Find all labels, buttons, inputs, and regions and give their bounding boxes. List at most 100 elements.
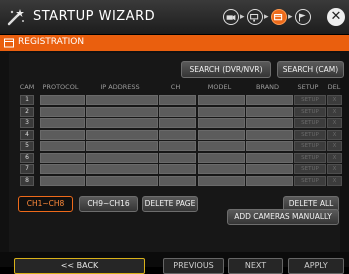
- model-cell[interactable]: [198, 95, 245, 105]
- table-row: 5 SETUP X: [20, 141, 349, 151]
- add-cameras-manually-button[interactable]: ADD CAMERAS MANUALLY: [227, 209, 339, 225]
- model-cell[interactable]: [198, 175, 245, 186]
- setup-button[interactable]: SETUP: [294, 141, 326, 151]
- model-cell[interactable]: [198, 106, 245, 117]
- protocol-cell[interactable]: [40, 118, 85, 128]
- title-bar: STARTUP WIZARD ▸ ▸ ▸ ✕: [0, 0, 349, 35]
- ch-cell[interactable]: [159, 106, 196, 117]
- previous-button[interactable]: PREVIOUS: [163, 258, 224, 274]
- col-model: MODEL: [207, 83, 232, 91]
- setup-button[interactable]: SETUP: [294, 152, 326, 163]
- setup-button[interactable]: SETUP: [294, 175, 326, 186]
- protocol-cell[interactable]: [40, 152, 85, 163]
- delete-icon[interactable]: X: [327, 106, 342, 117]
- setup-button[interactable]: SETUP: [294, 129, 326, 140]
- apply-button[interactable]: APPLY: [288, 258, 344, 274]
- delete-icon[interactable]: X: [327, 141, 342, 151]
- brand-cell[interactable]: [246, 141, 293, 151]
- cam-number: 6: [20, 152, 34, 163]
- protocol-cell[interactable]: [40, 129, 85, 140]
- protocol-cell[interactable]: [40, 106, 85, 117]
- ip-address-cell[interactable]: [86, 175, 158, 186]
- brand-cell[interactable]: [246, 164, 293, 174]
- setup-button[interactable]: SETUP: [294, 118, 326, 128]
- registration-icon: [4, 38, 14, 48]
- model-cell[interactable]: [198, 152, 245, 163]
- step-arrow-icon: ▸: [240, 12, 245, 22]
- ip-address-cell[interactable]: [86, 118, 158, 128]
- protocol-cell[interactable]: [40, 164, 85, 174]
- protocol-cell[interactable]: [40, 95, 85, 105]
- brand-cell[interactable]: [246, 152, 293, 163]
- step-arrow-icon: ▸: [264, 12, 269, 22]
- cam-number: 3: [20, 118, 34, 128]
- step-flag-icon: [295, 9, 311, 25]
- table-row: 6 SETUP X: [20, 152, 349, 163]
- camera-table-header: CAM PROTOCOL IP ADDRESS CH MODEL BRAND S…: [18, 82, 348, 94]
- search-dvr-nvr-button[interactable]: SEARCH (DVR/NVR): [181, 61, 271, 78]
- ip-address-cell[interactable]: [86, 152, 158, 163]
- window-title: STARTUP WIZARD: [33, 9, 156, 24]
- protocol-cell[interactable]: [40, 175, 85, 186]
- brand-cell[interactable]: [246, 106, 293, 117]
- col-brand: BRAND: [255, 83, 280, 91]
- cam-number: 4: [20, 129, 34, 140]
- delete-icon[interactable]: X: [327, 118, 342, 128]
- back-button[interactable]: << BACK: [14, 258, 145, 274]
- tab-ch1-ch8[interactable]: CH1~CH8: [18, 196, 73, 212]
- ch-cell[interactable]: [159, 118, 196, 128]
- brand-cell[interactable]: [246, 118, 293, 128]
- next-button[interactable]: NEXT: [228, 258, 283, 274]
- cam-number: 2: [20, 106, 34, 117]
- delete-icon[interactable]: X: [327, 95, 342, 105]
- setup-button[interactable]: SETUP: [294, 95, 326, 105]
- search-cam-button[interactable]: SEARCH (CAM): [277, 61, 344, 78]
- brand-cell[interactable]: [246, 175, 293, 186]
- delete-icon[interactable]: X: [327, 152, 342, 163]
- col-protocol: PROTOCOL: [42, 83, 79, 91]
- table-row: 1 SETUP X: [20, 95, 349, 105]
- model-cell[interactable]: [198, 141, 245, 151]
- ch-cell[interactable]: [159, 95, 196, 105]
- ip-address-cell[interactable]: [86, 141, 158, 151]
- brand-cell[interactable]: [246, 95, 293, 105]
- ch-cell[interactable]: [159, 129, 196, 140]
- model-cell[interactable]: [198, 129, 245, 140]
- cam-number: 8: [20, 175, 34, 186]
- ch-cell[interactable]: [159, 164, 196, 174]
- ch-cell[interactable]: [159, 175, 196, 186]
- table-row: 3 SETUP X: [20, 118, 349, 128]
- step-monitor-icon: [247, 9, 263, 25]
- brand-cell[interactable]: [246, 129, 293, 140]
- close-icon[interactable]: ✕: [327, 8, 345, 26]
- ip-address-cell[interactable]: [86, 95, 158, 105]
- setup-button[interactable]: SETUP: [294, 164, 326, 174]
- delete-icon[interactable]: X: [327, 175, 342, 186]
- ch-cell[interactable]: [159, 152, 196, 163]
- setup-button[interactable]: SETUP: [294, 106, 326, 117]
- model-cell[interactable]: [198, 164, 245, 174]
- delete-icon[interactable]: X: [327, 129, 342, 140]
- cam-number: 7: [20, 164, 34, 174]
- step-registration-icon: [271, 9, 287, 25]
- ip-address-cell[interactable]: [86, 129, 158, 140]
- ip-address-cell[interactable]: [86, 106, 158, 117]
- step-camera-icon: [223, 9, 239, 25]
- tab-ch9-ch16[interactable]: CH9~CH16: [79, 196, 138, 212]
- table-row: 7 SETUP X: [20, 164, 349, 174]
- col-del: DEL: [327, 83, 341, 91]
- table-row: 4 SETUP X: [20, 129, 349, 140]
- delete-icon[interactable]: X: [327, 164, 342, 174]
- table-row: 2 SETUP X: [20, 106, 349, 117]
- step-arrow-icon: ▸: [288, 12, 293, 22]
- registration-header: REGISTRATION: [0, 35, 349, 51]
- cam-number: 5: [20, 141, 34, 151]
- startup-wizard-window: STARTUP WIZARD ▸ ▸ ▸ ✕ REGISTRATION SEAR…: [0, 0, 349, 274]
- ch-cell[interactable]: [159, 141, 196, 151]
- model-cell[interactable]: [198, 118, 245, 128]
- delete-page-button[interactable]: DELETE PAGE: [142, 196, 198, 212]
- col-ip-address: IP ADDRESS: [100, 83, 140, 91]
- protocol-cell[interactable]: [40, 141, 85, 151]
- ip-address-cell[interactable]: [86, 164, 158, 174]
- section-title: REGISTRATION: [18, 37, 85, 47]
